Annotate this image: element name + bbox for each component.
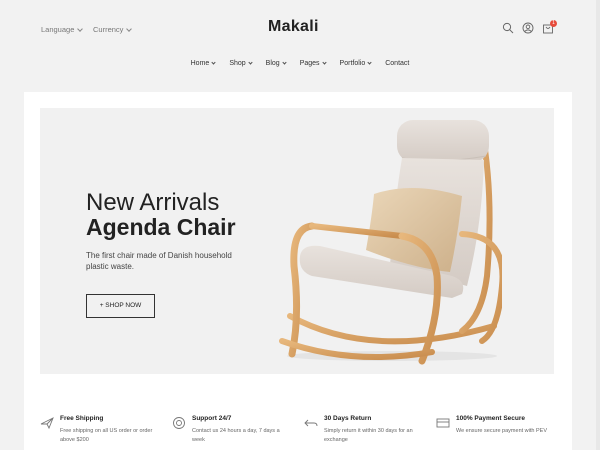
hero-description: The first chair made of Danish household… [86, 251, 232, 271]
chevron-down-icon [77, 25, 84, 32]
site-logo[interactable]: Makali [268, 18, 319, 36]
feature-text: Free shipping on all US order or order a… [60, 428, 153, 443]
shop-now-button[interactable]: + SHOP NOW [86, 294, 155, 318]
language-selector[interactable]: Language [41, 25, 84, 34]
nav-item-portfolio[interactable]: Portfolio [340, 60, 372, 67]
feature-title: Support 24/7 [192, 415, 232, 422]
language-label: Language [41, 25, 75, 34]
page-scrollbar[interactable] [596, 0, 600, 450]
nav-item-label: Shop [229, 60, 246, 67]
nav-item-home[interactable]: Home [191, 60, 216, 67]
feature-title: 100% Payment Secure [456, 415, 526, 422]
plane-icon [40, 417, 54, 430]
features-row: Free Shipping Free shipping on all US or… [40, 412, 560, 450]
chevron-down-icon [367, 60, 372, 65]
rocking-chair-image [279, 120, 502, 365]
main-content: New Arrivals Agenda Chair The first chai… [24, 92, 572, 450]
nav-item-pages[interactable]: Pages [299, 60, 327, 67]
hero-banner: New Arrivals Agenda Chair The first chai… [40, 108, 554, 374]
hero-title: Agenda Chair [86, 214, 236, 240]
hero-subtitle: New Arrivals [86, 189, 220, 216]
nav-item-label: Blog [265, 60, 280, 67]
cart-count-badge: 1 [550, 20, 557, 27]
feature-title: Free Shipping [60, 415, 104, 422]
chevron-down-icon [321, 60, 327, 65]
chevron-down-icon [248, 60, 253, 65]
chevron-down-icon [282, 60, 287, 65]
chevron-down-icon [211, 60, 216, 65]
nav-item-label: Portfolio [339, 60, 366, 67]
chevron-down-icon [126, 25, 133, 32]
nav-item-label: Contact [385, 60, 410, 67]
feature-title: 30 Days Return [324, 415, 372, 422]
nav-item-blog[interactable]: Blog [265, 60, 287, 67]
card-icon [436, 418, 450, 428]
feature-text: We ensure secure payment with PEV [456, 428, 547, 434]
currency-selector[interactable]: Currency [93, 25, 133, 34]
return-icon [304, 419, 318, 427]
search-icon[interactable] [502, 22, 514, 34]
feature-text: Contact us 24 hours a day, 7 days a week [192, 428, 280, 443]
feature-text: Simply return it within 30 days for an e… [324, 428, 413, 443]
support-icon [173, 417, 185, 429]
nav-item-label: Pages [299, 60, 320, 67]
top-header: Language Currency Makali 1 [0, 0, 600, 58]
currency-label: Currency [93, 25, 124, 34]
nav-item-shop[interactable]: Shop [229, 60, 253, 67]
main-nav: Home Shop Blog Pages Portfolio Contact [0, 60, 600, 67]
user-icon[interactable] [522, 22, 534, 34]
nav-item-label: Home [190, 60, 210, 67]
nav-item-contact[interactable]: Contact [385, 60, 409, 67]
